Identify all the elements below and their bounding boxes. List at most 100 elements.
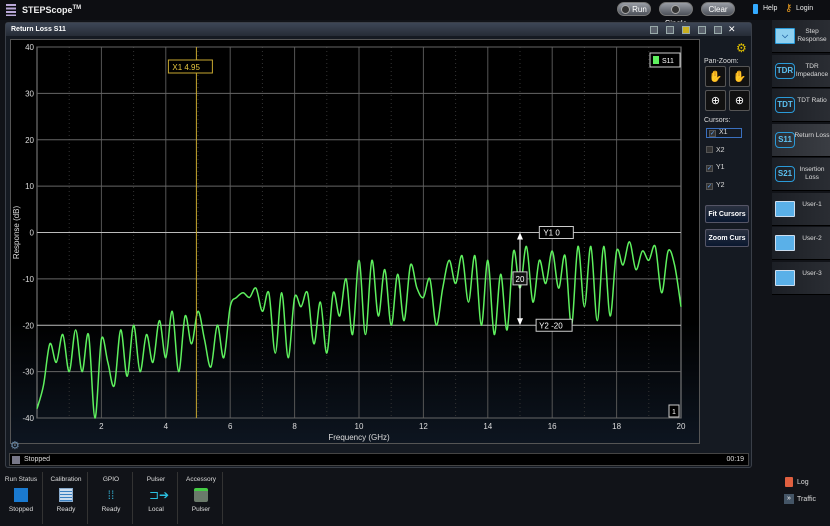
pulser-icon: ⊐➔ [149, 488, 170, 502]
sidebar-item-label: Insertion Loss [799, 166, 825, 181]
sidebar-item-insertion-loss[interactable]: S21 Insertion Loss [772, 158, 830, 191]
run-led-icon [621, 5, 631, 14]
y1-cursor-label[interactable]: Y1 0 [543, 229, 560, 238]
x-tick-label: 6 [228, 422, 233, 431]
cursor-toggle-x2[interactable]: X2 [706, 146, 725, 154]
tdr-icon: TDR [775, 62, 795, 79]
sidebar-item-label: TDT Ratio [797, 97, 827, 104]
help-window-icon[interactable] [714, 26, 722, 34]
checkbox[interactable]: ✓ [706, 183, 713, 190]
accessory-icon [194, 488, 208, 502]
traffic-icon: » [784, 494, 794, 504]
settings-gear-icon[interactable]: ⚙ [736, 41, 747, 55]
zoom-cursors-button[interactable]: Zoom Curs [705, 229, 749, 247]
top-bar: STEPScopeTM Run Single Clear Help ⚷ Logi… [0, 0, 830, 28]
cursor-label: X2 [716, 147, 725, 154]
cursor-label: X1 [719, 129, 728, 136]
cursor-toggle-y1[interactable]: ✓ Y1 [706, 164, 725, 172]
pan-y-button[interactable]: ✋ [729, 66, 750, 87]
cursors-label: Cursors: [704, 117, 731, 124]
y-tick-label: 30 [25, 89, 34, 98]
plot-area[interactable]: 2 4 6 8 10 12 14 16 18 20 40 30 20 10 0 -10 -20 -30 -40 Fre… [10, 39, 700, 444]
app-title-text: STEPScope [22, 5, 73, 15]
cursor-toggle-x1[interactable]: ✓ X1 [706, 128, 742, 138]
tile-title: Accessory [186, 476, 216, 483]
single-led-icon [670, 5, 680, 14]
help-link[interactable]: Help [763, 5, 777, 12]
s11-chart[interactable]: 2 4 6 8 10 12 14 16 18 20 40 30 20 10 0 -10 -20 -30 -40 Fre… [11, 40, 699, 443]
y2-cursor-label[interactable]: Y2 -20 [539, 321, 563, 330]
pan-xy-button[interactable]: ✋ [705, 66, 726, 87]
checkbox[interactable]: ✓ [709, 130, 716, 137]
fit-cursors-button[interactable]: Fit Cursors [705, 205, 749, 223]
status-tile-calibration[interactable]: Calibration Ready [45, 472, 88, 524]
layout-icon [775, 269, 795, 286]
legend-label: S11 [662, 58, 674, 65]
arrow-down-icon [517, 318, 523, 326]
cursor-label: Y2 [716, 182, 725, 189]
close-icon[interactable]: ✕ [728, 24, 736, 35]
cursor-toggle-y2[interactable]: ✓ Y2 [706, 182, 725, 190]
control-panel: ⚙ Pan-Zoom: ✋ ✋ ⊕ ⊕ Cursors: ✓ X1 X2 ✓ Y1 ✓ Y2… [702, 39, 750, 444]
x-axis-label: Frequency (GHz) [328, 433, 390, 442]
tile-value: Pulser [191, 506, 211, 513]
zoom-y-button[interactable]: ⊕ [729, 90, 750, 111]
status-tile-gpio[interactable]: GPIO ⁞⁞ Ready [90, 472, 133, 524]
status-tile-accessory[interactable]: Accessory Pulser [180, 472, 223, 524]
sidebar-item-user-2[interactable]: User-2 [772, 227, 830, 260]
y-tick-label: -40 [22, 414, 34, 423]
log-icon [785, 477, 793, 487]
sidebar-item-step-response[interactable]: ⌵ Step Response [772, 20, 830, 53]
chart-settings-gear-icon[interactable]: ⚙ [10, 439, 20, 452]
sidebar-item-tdr-impedance[interactable]: TDR TDR Impedance [772, 54, 830, 88]
status-tile-pulser[interactable]: Pulser ⊐➔ Local [135, 472, 178, 524]
zoom-xy-button[interactable]: ⊕ [705, 90, 726, 111]
return-loss-window: Return Loss S11 ✕ 2 4 6 8 10 12 14 16 18 20 40 30 20… [5, 22, 752, 468]
y-tick-label: 40 [25, 43, 34, 52]
sidebar-item-return-loss[interactable]: S11 Return Loss [772, 123, 830, 157]
gpio-icon: ⁞⁞ [107, 488, 115, 502]
single-button[interactable]: Single [659, 2, 693, 28]
x-tick-label: 20 [677, 422, 686, 431]
login-link[interactable]: Login [796, 5, 813, 12]
y-tick-label: -20 [22, 321, 34, 330]
trademark: TM [72, 5, 82, 11]
x-tick-label: 4 [164, 422, 169, 431]
y-tick-label: -10 [22, 275, 34, 284]
sidebar-item-label: Return Loss [794, 131, 830, 139]
run-label: Run [632, 5, 647, 14]
pan-zoom-label: Pan-Zoom: [704, 58, 739, 65]
step-response-icon: ⌵ [775, 28, 795, 44]
layout-icon [775, 235, 795, 251]
run-button[interactable]: Run [617, 2, 651, 16]
grid-icon[interactable] [698, 26, 706, 34]
cursor-label: Y1 [716, 164, 725, 171]
tile-title: Calibration [50, 476, 82, 483]
legend-swatch [653, 56, 659, 64]
checkbox[interactable]: ✓ [706, 165, 713, 172]
tile-value: Stopped [8, 506, 34, 513]
copy-icon[interactable] [650, 26, 658, 34]
arrow-up-icon [517, 232, 523, 240]
y-tick-label: 0 [30, 229, 35, 238]
sidebar-item-user-1[interactable]: User-1 [772, 192, 830, 226]
image-icon[interactable] [666, 26, 674, 34]
status-text: Stopped [24, 456, 51, 463]
clear-button[interactable]: Clear [701, 2, 735, 16]
sidebar-item-tdt-ratio[interactable]: TDT TDT Ratio [772, 89, 830, 122]
menu-icon[interactable] [6, 4, 16, 16]
sidebar-item-label: TDR Impedance [795, 62, 829, 78]
log-link[interactable]: Log [797, 479, 809, 486]
tile-title: GPIO [102, 476, 120, 483]
stop-icon [14, 488, 28, 502]
help-icon [753, 4, 758, 14]
x-tick-label: 12 [419, 422, 428, 431]
s21-icon: S21 [775, 166, 795, 182]
traffic-link[interactable]: Traffic [797, 496, 816, 503]
checkbox[interactable] [706, 146, 713, 153]
s11-icon: S11 [775, 131, 795, 148]
sidebar-item-user-3[interactable]: User-3 [772, 261, 830, 295]
status-tile-run-status[interactable]: Run Status Stopped [0, 472, 43, 524]
x-tick-label: 8 [292, 422, 297, 431]
save-icon[interactable] [682, 26, 690, 34]
